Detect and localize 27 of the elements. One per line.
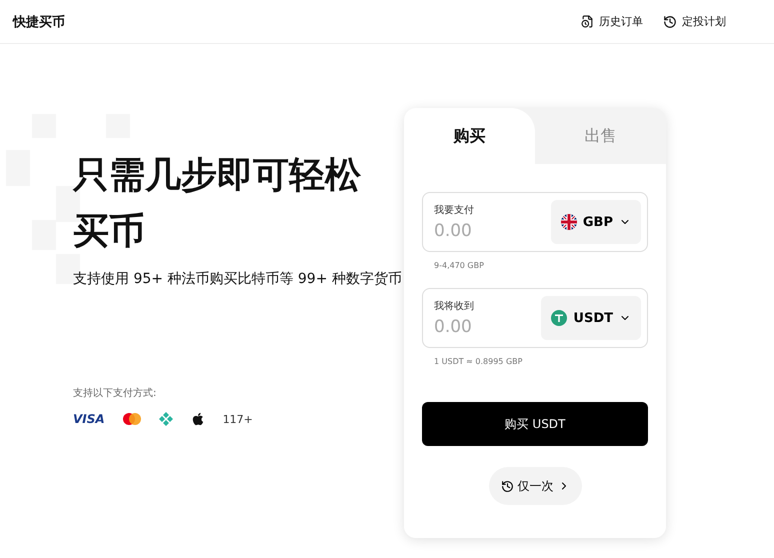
page-title: 快捷买币 <box>13 14 66 30</box>
visa-logo: VISA <box>73 412 105 426</box>
currency-select[interactable]: USDT <box>541 296 641 340</box>
flag-icon <box>560 214 577 230</box>
hero-title: 只需几步即可轻松买币 <box>73 154 362 254</box>
frequency-button[interactable]: 仅一次 <box>488 467 582 505</box>
amount-field[interactable]: 我要支付 0.00 GBP <box>422 192 648 252</box>
more-count: 117+ <box>222 412 253 426</box>
apple-icon <box>190 412 205 426</box>
currency-select[interactable]: GBP <box>550 200 641 244</box>
history-icon <box>500 480 514 492</box>
field-hint: 1 USDT ≈ 0.8995 GBP <box>434 357 524 366</box>
buy-button[interactable]: 购买 USDT <box>422 402 648 446</box>
mastercard-icon <box>122 413 141 425</box>
header-link[interactable]: 定投计划 <box>663 14 726 29</box>
field-label: 我将收到 <box>434 300 475 313</box>
header-link[interactable]: 历史订单 <box>581 14 643 29</box>
diamond-icon <box>158 412 173 426</box>
field-label: 我要支付 <box>434 204 475 217</box>
amount-field[interactable]: 我将收到 0.00 USDT <box>422 288 648 348</box>
trade-tab[interactable]: 购买 <box>404 108 535 164</box>
payments-label: 支持以下支付方式: <box>73 386 158 400</box>
hero-subtitle: 支持使用 95+ 种法币购买比特币等 99+ 种数字货币 <box>73 270 402 288</box>
field-hint: 9-4,470 GBP <box>434 261 485 270</box>
document-clock-icon <box>581 15 594 28</box>
history-icon <box>663 14 677 28</box>
tether-icon <box>551 310 568 326</box>
